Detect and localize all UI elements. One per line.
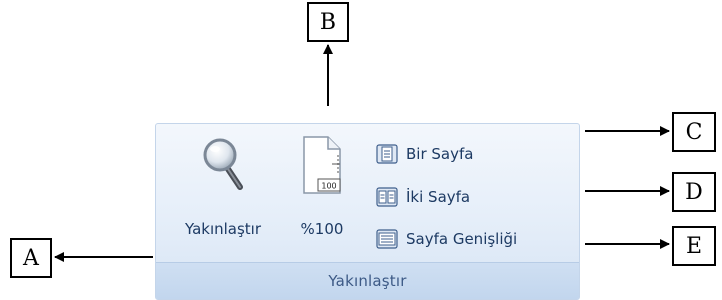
callout-box-a: A xyxy=(10,238,52,278)
callout-box-b: B xyxy=(307,2,349,42)
callout-box-c: C xyxy=(672,112,716,152)
callout-box-e: E xyxy=(672,226,716,266)
callout-arrows xyxy=(54,44,670,262)
callout-box-d: D xyxy=(672,172,716,212)
